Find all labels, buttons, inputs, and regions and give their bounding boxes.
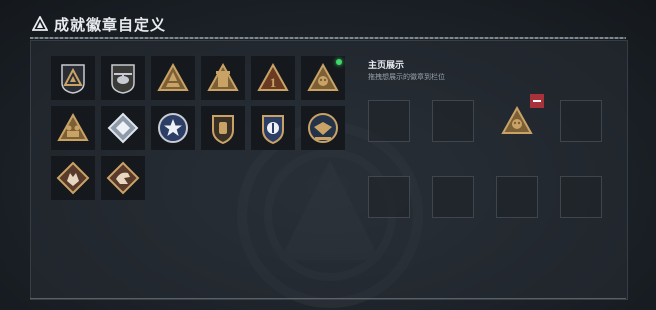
badge-cell[interactable] bbox=[201, 56, 245, 100]
star-shield-badge-icon bbox=[158, 113, 188, 143]
helicopter-badge-icon bbox=[111, 64, 135, 94]
display-slot[interactable] bbox=[560, 176, 602, 218]
crystal-badge-icon bbox=[107, 112, 139, 144]
display-section-hint: 拖拽想展示的徽章到栏位 bbox=[368, 73, 445, 81]
skull-triangle-badge-icon bbox=[501, 105, 533, 134]
minus-icon bbox=[533, 100, 541, 102]
badge-cell[interactable] bbox=[51, 106, 95, 150]
panel-bottom-border bbox=[30, 298, 626, 299]
display-slot[interactable] bbox=[368, 100, 410, 142]
warning-triangle-icon bbox=[32, 16, 48, 31]
title-bar: 成就徽章自定义 bbox=[32, 12, 166, 36]
display-slot[interactable] bbox=[368, 176, 410, 218]
display-slot[interactable] bbox=[432, 176, 474, 218]
svg-text:1: 1 bbox=[270, 75, 277, 90]
display-slot[interactable] bbox=[496, 94, 544, 142]
badge-cell[interactable] bbox=[151, 106, 195, 150]
badge-cell[interactable] bbox=[101, 156, 145, 200]
badge-cell[interactable] bbox=[301, 106, 345, 150]
display-slot[interactable] bbox=[432, 100, 474, 142]
soldiers-badge-icon bbox=[57, 112, 89, 141]
number-one-badge-icon: 1 bbox=[257, 62, 289, 91]
new-indicator-dot bbox=[336, 59, 342, 65]
pyramid-badge-icon bbox=[157, 62, 189, 91]
triangle-emblem-badge-icon bbox=[61, 64, 85, 94]
wolf-diamond-badge-icon bbox=[56, 161, 90, 195]
display-slot[interactable] bbox=[496, 176, 538, 218]
dragon-diamond-badge-icon bbox=[106, 161, 140, 195]
display-section-title: 主页展示 bbox=[368, 61, 405, 71]
display-slot[interactable] bbox=[560, 100, 602, 142]
title-divider bbox=[30, 37, 626, 39]
tower-badge-icon bbox=[207, 62, 239, 91]
badge-cell[interactable] bbox=[301, 56, 345, 100]
page-title: 成就徽章自定义 bbox=[54, 15, 167, 34]
police-badge-icon bbox=[262, 115, 284, 145]
badge-cell[interactable] bbox=[51, 156, 95, 200]
badge-collection-grid: 1 bbox=[51, 56, 345, 200]
badge-cell[interactable] bbox=[251, 106, 295, 150]
badge-cell[interactable]: 1 bbox=[251, 56, 295, 100]
badge-cell[interactable] bbox=[151, 56, 195, 100]
crest-badge-icon bbox=[212, 115, 234, 145]
badge-cell[interactable] bbox=[101, 56, 145, 100]
eagle-shield-badge-icon bbox=[308, 113, 338, 143]
skull-triangle-badge-icon bbox=[307, 62, 339, 91]
remove-badge-button[interactable] bbox=[530, 94, 544, 108]
badge-cell[interactable] bbox=[51, 56, 95, 100]
badge-cell[interactable] bbox=[101, 106, 145, 150]
badge-cell[interactable] bbox=[201, 106, 245, 150]
